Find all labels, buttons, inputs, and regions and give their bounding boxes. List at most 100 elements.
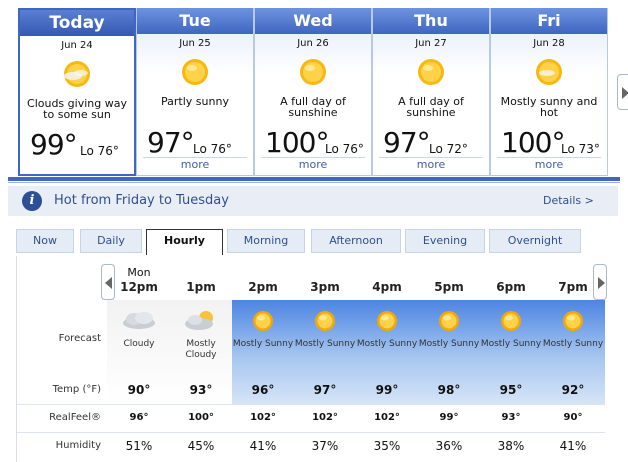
tab-overnight[interactable]: Overnight (489, 229, 581, 253)
weather-alert-banner: i Hot from Friday to Tuesday Details > (8, 186, 618, 216)
hour-temp: 95° (499, 383, 523, 397)
hour-forecast-cell: Mostly Sunny (542, 308, 604, 350)
day-name: Tue (137, 8, 253, 34)
hour-condition: Cloudy (123, 339, 155, 349)
tab-daily[interactable]: Daily (80, 229, 142, 253)
day-description: Clouds giving way to some sun (27, 97, 127, 121)
hour-header: 4pm (356, 256, 418, 294)
sun-icon (182, 59, 208, 85)
hour-humidity: 41% (559, 439, 587, 453)
day-date: Jun 25 (179, 38, 211, 49)
details-link[interactable]: Details > (543, 194, 594, 207)
forecast-row-label: Forecast (58, 333, 101, 344)
tab-hourly[interactable]: Hourly (146, 229, 223, 255)
day-low-temp: Lo 72° (429, 142, 468, 156)
hour-time: 4pm (372, 280, 402, 294)
day-name: Wed (255, 8, 371, 34)
day-description: Partly sunny (161, 95, 229, 108)
day-high-temp: 100° (501, 126, 565, 159)
tab-afternoon[interactable]: Afternoon (311, 229, 401, 253)
hour-temp: 96° (251, 383, 275, 397)
forecast-tabs: Now Daily Hourly Morning Afternoon Eveni… (16, 229, 604, 255)
hour-condition: Mostly Sunny (356, 339, 418, 349)
hour-humidity: 35% (373, 439, 401, 453)
more-link[interactable]: more (137, 158, 253, 171)
hour-time: 6pm (496, 280, 526, 294)
humidity-row-label: Humidity (55, 440, 101, 451)
day-name: Today (20, 10, 134, 36)
tab-evening[interactable]: Evening (405, 229, 485, 253)
sun-icon (300, 59, 326, 85)
day-description: A full day of sunshine (280, 95, 346, 119)
sun-icon (377, 311, 397, 331)
hour-header: Mon 12pm (108, 256, 170, 294)
hour-temp: 90° (127, 383, 151, 397)
hour-humidity: 41% (249, 439, 277, 453)
next-days-button[interactable] (617, 74, 628, 110)
hour-forecast-cell: Mostly Cloudy (170, 308, 232, 361)
hour-realfeel: 102° (374, 412, 400, 423)
hour-forecast-cell: Cloudy (108, 308, 170, 350)
alert-text: Hot from Friday to Tuesday (54, 193, 229, 208)
day-date: Jun 24 (61, 40, 93, 51)
hour-condition: Mostly Sunny (480, 339, 542, 349)
sun-cloud-icon (64, 61, 90, 87)
sun-icon (315, 311, 335, 331)
hour-realfeel: 96° (129, 412, 149, 423)
hour-temp: 97° (313, 383, 337, 397)
hour-humidity: 51% (125, 439, 153, 453)
day-label (418, 266, 480, 280)
day-high-temp: 99° (30, 128, 78, 161)
hour-condition: Mostly Sunny (418, 339, 480, 349)
hour-humidity: 37% (311, 439, 339, 453)
hour-time: 2pm (248, 280, 278, 294)
sun-icon (563, 311, 583, 331)
chevron-right-icon (622, 87, 628, 99)
more-link[interactable]: more (255, 158, 371, 171)
day-label: Mon (127, 266, 151, 279)
day-high-temp: 97° (147, 126, 195, 159)
day-card-fri[interactable]: Fri Jun 28 Mostly sunny and hot 100° Lo … (490, 8, 608, 176)
hour-condition: Mostly Sunny (294, 339, 356, 349)
hour-temp: 98° (437, 383, 461, 397)
day-name: Thu (373, 8, 489, 34)
sun-icon (501, 311, 521, 331)
temp-row-label: Temp (°F) (52, 384, 101, 395)
day-low-temp: Lo 73° (561, 142, 600, 156)
hour-header: 2pm (232, 256, 294, 294)
hour-header: 7pm (542, 256, 604, 294)
more-link[interactable]: more (373, 158, 489, 171)
day-low-temp: Lo 76° (80, 144, 119, 158)
day-card-today[interactable]: Today Jun 24 Clouds giving way to some s… (18, 8, 136, 176)
day-description: Mostly sunny and hot (500, 95, 598, 119)
day-date: Jun 27 (415, 38, 447, 49)
day-high-temp: 100° (265, 126, 329, 159)
day-low-temp: Lo 76° (325, 142, 364, 156)
hour-temp: 92° (561, 383, 585, 397)
sun-icon (418, 59, 444, 85)
day-label (356, 266, 418, 280)
tab-now[interactable]: Now (16, 229, 74, 253)
hour-humidity: 36% (435, 439, 463, 453)
cloud-icon (123, 312, 155, 329)
tab-morning[interactable]: Morning (227, 229, 305, 253)
day-card-tue[interactable]: Tue Jun 25 Partly sunny 97° Lo 76° more (136, 8, 254, 176)
hour-humidity: 38% (497, 439, 525, 453)
hour-realfeel: 90° (563, 412, 583, 423)
day-label (294, 266, 356, 280)
hour-temp: 93° (189, 383, 213, 397)
hour-forecast-cell: Mostly Sunny (418, 308, 480, 350)
hour-realfeel: 93° (501, 412, 521, 423)
divider (17, 404, 605, 405)
hour-condition: Mostly Sunny (542, 339, 604, 349)
day-card-wed[interactable]: Wed Jun 26 A full day of sunshine 100° L… (254, 8, 372, 176)
hour-humidity: 45% (187, 439, 215, 453)
more-link[interactable]: more (491, 158, 607, 171)
day-card-thu[interactable]: Thu Jun 27 A full day of sunshine 97° Lo… (372, 8, 490, 176)
hour-realfeel: 99° (439, 412, 459, 423)
hour-time: 3pm (310, 280, 340, 294)
sun-cloud-icon (536, 59, 562, 85)
hour-forecast-cell: Mostly Sunny (480, 308, 542, 350)
day-date: Jun 26 (297, 38, 329, 49)
hour-header: 1pm (170, 256, 232, 294)
